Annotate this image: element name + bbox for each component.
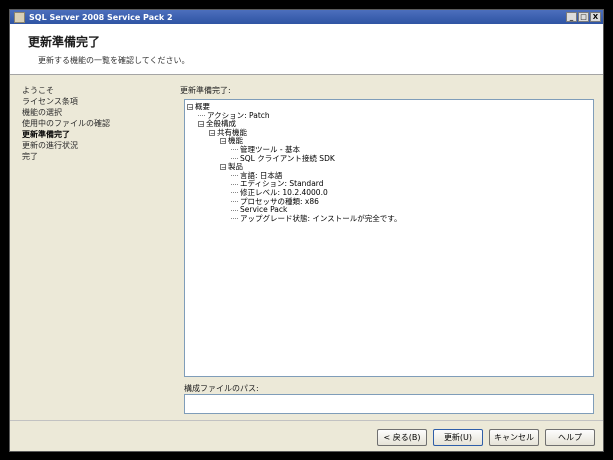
app-icon (14, 11, 25, 23)
nav-step-1[interactable]: ライセンス条項 (22, 96, 172, 107)
nav-step-2[interactable]: 機能の選択 (22, 107, 172, 118)
page-title: 更新準備完了 (28, 35, 101, 49)
tree-node-label: SQL クライアント接続 SDK (240, 153, 335, 163)
collapse-icon[interactable]: − (198, 121, 204, 128)
tree-line-icon (231, 201, 238, 203)
minimize-button[interactable]: _ (566, 12, 577, 22)
tree-line-icon (198, 115, 205, 117)
tree-node[interactable]: アップグレード状態: インストールが完全です。 (187, 213, 593, 224)
tree-line-icon (231, 158, 238, 160)
button-bar: < 戻る(B) 更新(U) キャンセル ヘルプ (10, 420, 603, 451)
step-navigation: ようこそ ライセンス条項 機能の選択 使用中のファイルの確認 更新準備完了 更新の進行状況… (22, 85, 172, 162)
collapse-icon[interactable]: − (220, 138, 226, 145)
tree-line-icon (231, 209, 238, 211)
tree-line-icon (231, 183, 238, 185)
help-button[interactable]: ヘルプ (545, 429, 595, 446)
setup-window: SQL Server 2008 Service Pack 2 _ □ X 更新準… (9, 9, 604, 452)
tree-node[interactable]: − 全般構成 (187, 119, 593, 129)
tree-node[interactable]: − 共有機能 (187, 128, 593, 138)
tree-node[interactable]: アクション: Patch (187, 111, 593, 121)
page-subtitle: 更新する機能の一覧を確認してください。 (38, 56, 190, 65)
close-button[interactable]: X (590, 12, 601, 22)
maximize-button[interactable]: □ (578, 12, 589, 22)
nav-step-5[interactable]: 更新の進行状況 (22, 140, 172, 151)
update-button[interactable]: 更新(U) (433, 429, 483, 446)
nav-step-6[interactable]: 完了 (22, 151, 172, 162)
tree-line-icon (231, 218, 238, 220)
collapse-icon[interactable]: − (220, 164, 226, 171)
nav-step-4[interactable]: 更新準備完了 (22, 129, 172, 140)
content-pane: 更新準備完了: − 概要 アクション: Patch − 全般構成 − 共有機能 − 機能 管理ツー… (180, 85, 598, 415)
tree-label: 更新準備完了: (180, 86, 231, 95)
nav-step-3[interactable]: 使用中のファイルの確認 (22, 118, 172, 129)
cancel-button[interactable]: キャンセル (489, 429, 539, 446)
wizard-body: ようこそ ライセンス条項 機能の選択 使用中のファイルの確認 更新準備完了 更新の進行状況… (10, 75, 603, 420)
summary-tree[interactable]: − 概要 アクション: Patch − 全般構成 − 共有機能 − 機能 管理ツール - 基本 SQ… (184, 99, 594, 377)
tree-line-icon (231, 149, 238, 151)
tree-line-icon (231, 175, 238, 177)
collapse-icon[interactable]: − (209, 129, 215, 136)
tree-line-icon (231, 192, 238, 194)
window-title: SQL Server 2008 Service Pack 2 (29, 12, 173, 22)
nav-step-0[interactable]: ようこそ (22, 85, 172, 96)
page-header: 更新準備完了 更新する機能の一覧を確認してください。 (10, 24, 603, 75)
config-path-field[interactable] (184, 394, 594, 414)
config-path-label: 構成ファイルのパス: (184, 384, 259, 393)
tree-node[interactable]: SQL クライアント接続 SDK (187, 153, 593, 164)
back-button[interactable]: < 戻る(B) (377, 429, 427, 446)
title-bar[interactable]: SQL Server 2008 Service Pack 2 _ □ X (10, 10, 603, 24)
collapse-icon[interactable]: − (187, 104, 193, 111)
tree-node-label: アップグレード状態: インストールが完全です。 (240, 213, 402, 223)
